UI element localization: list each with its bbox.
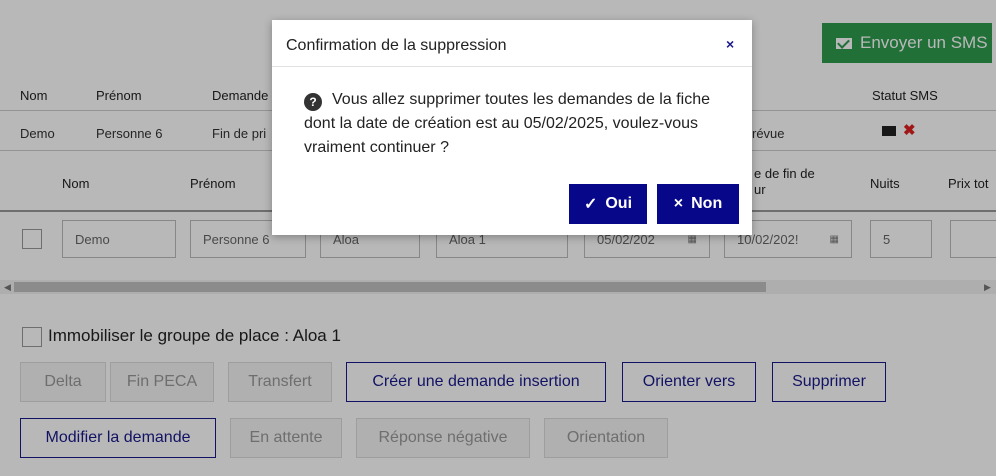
confirmation-dialog: Confirmation de la suppression × ? Vous a… [272,20,752,235]
no-label: Non [691,195,723,212]
yes-button[interactable]: ✓ Oui [569,184,647,224]
question-icon: ? [304,93,322,111]
yes-label: Oui [605,195,633,212]
close-icon: × [673,195,684,212]
dialog-message-text: Vous allez supprimer toutes les demandes… [304,91,710,156]
dialog-title: Confirmation de la suppression [286,37,507,54]
close-icon[interactable]: × [726,36,734,52]
no-button[interactable]: × Non [657,184,739,224]
dialog-divider [272,66,752,67]
check-icon: ✓ [583,196,598,213]
dialog-message: ? Vous allez supprimer toutes les demande… [304,88,724,160]
